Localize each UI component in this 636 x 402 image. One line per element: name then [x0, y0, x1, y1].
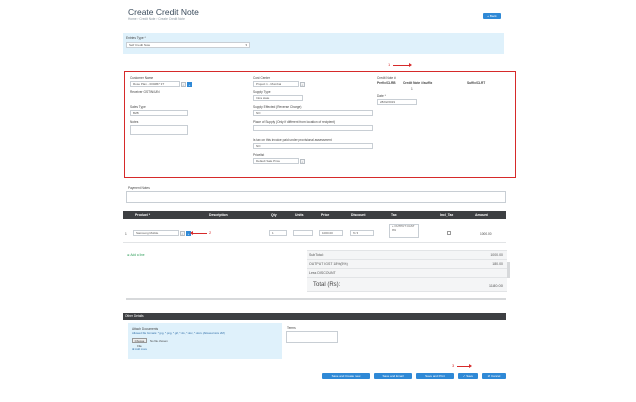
sales-type-select[interactable]: B2B: [130, 110, 188, 116]
tax-select[interactable]: + OUTPUT CGST 9%: [389, 224, 419, 238]
incl-tax-checkbox[interactable]: [447, 231, 451, 235]
product-input[interactable]: Samsung Mobile: [133, 230, 179, 236]
entries-type-label: Entries Type *: [126, 36, 146, 40]
entries-type-value: Self Credit Note: [129, 43, 151, 47]
units-input[interactable]: [293, 230, 313, 236]
terms-textarea[interactable]: [286, 331, 338, 343]
col-amount: Amount: [475, 213, 488, 217]
other-details-bar: Other Details: [123, 313, 506, 320]
row-amount: 1000.00: [480, 232, 492, 236]
suffix-label: Suffix/CLRT: [467, 81, 486, 85]
col-tax: Tax: [391, 213, 397, 217]
receiver-gstin-label: Receiver GSTIN/UIN: [130, 90, 160, 94]
no-file-chosen: No file chosen: [150, 339, 168, 343]
marker-1: 1: [388, 62, 391, 67]
add-line-link[interactable]: ⊕ Add a line: [127, 253, 145, 257]
search-icon[interactable]: ⌕: [181, 81, 186, 87]
back-button[interactable]: « Back: [483, 13, 501, 19]
col-incl-tax: Incl_Tax: [440, 213, 454, 217]
breadcrumb: Home › Credit Note › Create Credit Note: [128, 17, 185, 21]
discount-select[interactable]: % ▾: [350, 230, 374, 236]
marker-2-arrow: [193, 233, 207, 234]
date-input[interactable]: 28/02/2019: [377, 99, 417, 105]
attach-documents-box: Attach Documents Allowed file formats: *…: [128, 323, 282, 359]
marker-3-arrow: [457, 366, 469, 367]
credit-no-value[interactable]: 1: [411, 87, 413, 91]
reverse-charge-select[interactable]: NO: [253, 110, 373, 116]
marker-1-arrow: [393, 65, 409, 66]
qty-input[interactable]: 1: [269, 230, 287, 236]
pricelist-input[interactable]: Default Sale Price: [253, 158, 299, 164]
date-label: Date *: [377, 94, 386, 98]
page-title: Create Credit Note: [128, 7, 199, 17]
items-table-header: Product * Description Qty Units Price Di…: [123, 211, 506, 219]
cost-center-search-icon[interactable]: ⌕: [300, 81, 305, 87]
price-input[interactable]: 1000.00: [319, 230, 343, 236]
choose-file-button[interactable]: Choose File: [132, 338, 147, 348]
attach-hint: Allowed file formats: *.jpg, *.png, *.gi…: [132, 331, 225, 335]
col-product: Product *: [135, 213, 151, 217]
add-customer-button[interactable]: +: [187, 81, 192, 87]
scrollbar-thumb[interactable]: [507, 262, 510, 278]
col-discount: Discount: [351, 213, 366, 217]
entries-type-panel: Entries Type * Self Credit Note ▾: [123, 33, 504, 54]
arrow-right-icon: [469, 364, 472, 368]
pricelist-label: Pricelist: [253, 153, 265, 157]
cancel-button[interactable]: ⊘ Cancel: [482, 373, 506, 379]
reverse-charge-label: Supply Effected (Reverse Charge): [253, 105, 302, 109]
col-description: Description: [209, 213, 228, 217]
cost-center-input[interactable]: Project 1 - Mumbai: [253, 81, 299, 87]
marker-3: 3: [452, 363, 455, 368]
save-button[interactable]: ✓ Save: [458, 373, 478, 379]
cost-center-label: Cost Center: [253, 76, 271, 80]
customer-input[interactable]: Rose Plan - 0002B7 3T: [130, 81, 180, 87]
credit-no-column-label: Credit Note #/suffix: [403, 81, 433, 85]
row-index: 1: [125, 232, 127, 236]
notes-label: Notes: [130, 120, 139, 124]
credit-note-form: Customer Name Rose Plan - 0002B7 3T ⌕ + …: [124, 71, 516, 178]
table-row: 1 Samsung Mobile ⌕ + 2 1 1000.00 % ▾ + O…: [123, 221, 506, 243]
payment-notes-textarea[interactable]: [126, 191, 506, 203]
place-of-supply-label: Place of Supply (Only if different from …: [253, 120, 336, 124]
notes-textarea[interactable]: [130, 125, 188, 135]
customer-label: Customer Name: [130, 76, 154, 80]
total-label: Total (Rs):: [313, 282, 341, 288]
supply-type-label: Supply Type: [253, 90, 271, 94]
credit-note-no-label: Credit Note #: [377, 76, 396, 80]
provisional-assessment-select[interactable]: NO: [253, 143, 373, 149]
discount-row: Less DISCOUNT: [307, 268, 507, 277]
save-email-button[interactable]: Save and Email: [374, 373, 412, 379]
entries-type-select[interactable]: Self Credit Note ▾: [126, 42, 250, 48]
chevron-down-icon: ▾: [245, 43, 247, 47]
total-value: 1180.00: [488, 283, 503, 288]
payment-notes-label: Payment Notes: [128, 186, 150, 190]
marker-2: 2: [209, 230, 212, 235]
col-qty: Qty: [271, 213, 277, 217]
total-row: Total (Rs): 1180.00: [307, 277, 507, 292]
arrow-left-icon: [190, 231, 193, 235]
pricelist-search-icon[interactable]: ⌕: [300, 158, 305, 164]
add-more-link[interactable]: ⊕ Add more: [132, 347, 147, 351]
terms-label: Terms: [287, 326, 296, 330]
col-units: Units: [295, 213, 304, 217]
sales-type-label: Sales Type: [130, 105, 146, 109]
place-of-supply-select[interactable]: [253, 125, 373, 131]
product-search-icon[interactable]: ⌕: [180, 230, 185, 236]
tax-row: OUTPUT IGST 18%(5%) 180.00: [307, 259, 507, 268]
save-print-button[interactable]: Save and Print: [416, 373, 454, 379]
supply-type-select[interactable]: Intra state: [253, 95, 303, 101]
subtotal-row: SubTotal: 1000.00: [307, 250, 507, 259]
col-price: Price: [321, 213, 330, 217]
provisional-assessment-label: Is tax on this invoice paid under provis…: [253, 138, 332, 142]
prefix-label: Prefix/CLRB: [377, 81, 396, 85]
arrow-right-icon: [409, 63, 412, 67]
save-create-new-button[interactable]: Save and Create new: [322, 373, 370, 379]
horizontal-scrollbar[interactable]: [126, 298, 506, 300]
